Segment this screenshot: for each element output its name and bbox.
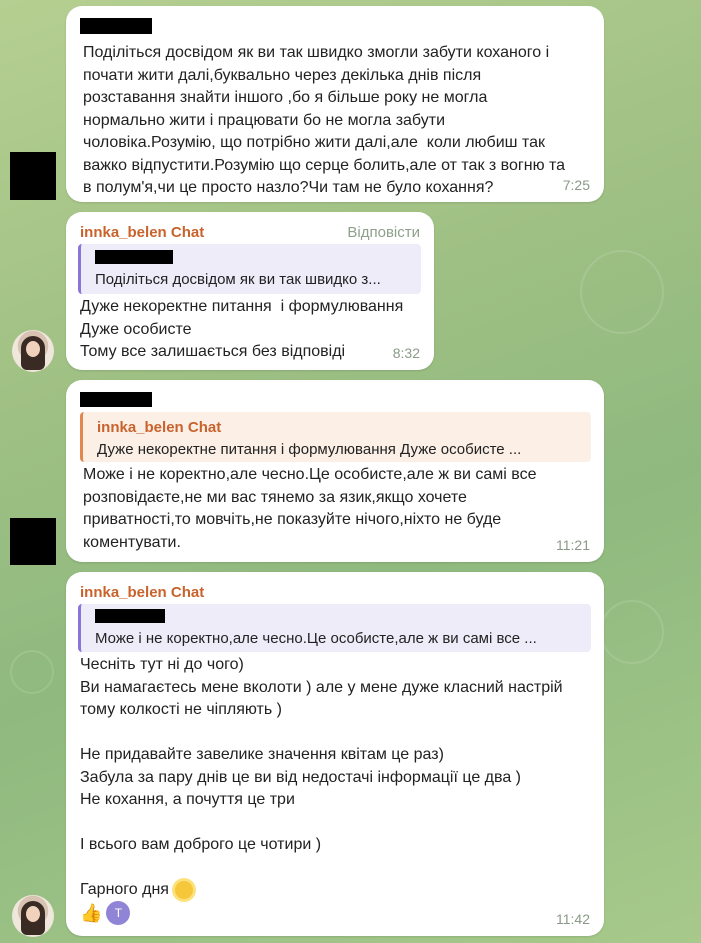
reaction-user-avatar[interactable]: T bbox=[106, 901, 131, 925]
message-bubble[interactable]: innka_belen Chat Дуже некоректне питання… bbox=[66, 380, 604, 562]
message-text: Дуже некоректне питання і формулювання Д… bbox=[80, 298, 404, 360]
quote-sender-name: innka_belen Chat bbox=[97, 419, 222, 436]
sender-name[interactable]: innka_belen Chat bbox=[80, 584, 204, 601]
message-bubble[interactable]: innka_belen Chat Може і не коректно,але … bbox=[66, 572, 604, 936]
reply-button[interactable]: Відповісти bbox=[347, 224, 420, 241]
message-text: Чесніть тут ні до чого) Ви намагаєтесь м… bbox=[80, 656, 563, 898]
quote-text: Може і не коректно,але чесно.Це особисте… bbox=[95, 630, 537, 647]
redacted-avatar bbox=[10, 152, 56, 200]
avatar[interactable] bbox=[12, 330, 54, 372]
reply-quote[interactable]: Поділіться досвідом як ви так швидко з..… bbox=[78, 244, 421, 294]
background-doodle bbox=[600, 600, 664, 664]
message-bubble[interactable]: innka_belen Chat Відповісти Поділіться д… bbox=[66, 212, 434, 370]
message-bubble[interactable]: Поділіться досвідом як ви так швидко змо… bbox=[66, 6, 604, 202]
quote-text: Поділіться досвідом як ви так швидко з..… bbox=[95, 271, 381, 288]
message-time: 11:42 bbox=[556, 911, 590, 927]
message-time: 11:21 bbox=[556, 537, 590, 553]
avatar[interactable] bbox=[12, 895, 54, 937]
message-body: Чесніть тут ні до чого) Ви намагаєтесь м… bbox=[80, 654, 595, 902]
reply-quote[interactable]: Може і не коректно,але чесно.Це особисте… bbox=[78, 604, 591, 652]
sender-name[interactable]: innka_belen Chat bbox=[80, 224, 204, 241]
reply-quote[interactable]: innka_belen Chat Дуже некоректне питання… bbox=[80, 412, 591, 462]
message-time: 8:32 bbox=[392, 345, 420, 361]
background-doodle bbox=[10, 650, 54, 694]
redacted-quote-sender bbox=[95, 250, 173, 264]
quote-text: Дуже некоректне питання і формулювання Д… bbox=[97, 441, 522, 458]
sun-emoji-icon bbox=[174, 880, 193, 899]
redacted-sender-name bbox=[80, 18, 152, 34]
thumbs-up-reaction-icon[interactable]: 👍 bbox=[80, 902, 102, 924]
redacted-quote-sender bbox=[95, 609, 165, 623]
reactions[interactable]: 👍 T bbox=[80, 901, 131, 925]
background-doodle bbox=[580, 250, 664, 334]
redacted-sender-name bbox=[80, 392, 152, 407]
redacted-avatar bbox=[10, 518, 56, 565]
message-text: Може і не коректно,але чесно.Це особисте… bbox=[83, 466, 537, 551]
message-text: Поділіться досвідом як ви так швидко змо… bbox=[83, 44, 566, 196]
message-time: 7:25 bbox=[562, 177, 590, 193]
